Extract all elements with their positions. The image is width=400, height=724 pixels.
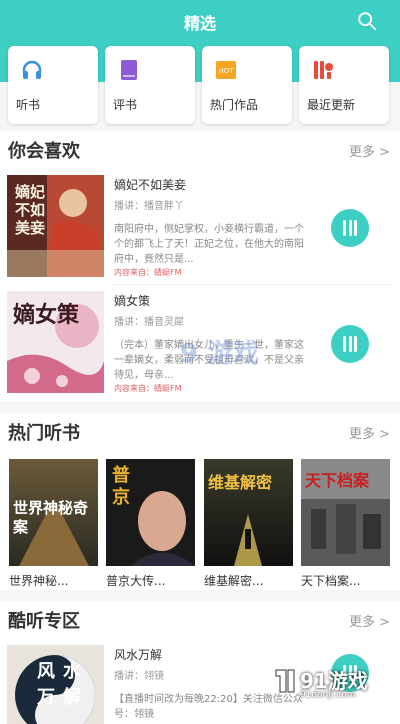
page-title: 精选 (183, 14, 216, 33)
book-cover: 普京 (106, 459, 195, 566)
quick-link-storytelling[interactable]: 评书 (105, 46, 195, 124)
grid-item[interactable]: 世界神秘奇案 世界神秘... (9, 459, 98, 589)
cover-text: 普京 (112, 465, 130, 508)
section-title: 酷听专区 (8, 611, 80, 632)
more-link[interactable]: 更多 > (349, 423, 390, 442)
watermark-logo: 91游戏 91danji.com (270, 662, 380, 702)
more-link[interactable]: 更多 > (349, 611, 390, 630)
grid-item[interactable]: 维基解密 维基解密... (204, 459, 293, 589)
quick-links: 听书 评书 HOT 热门作品 最近更新 (0, 42, 400, 126)
item-narrator: 播讲：播音灵犀 (114, 317, 184, 328)
section-header-hot: 热门听书 更多 > (0, 413, 400, 449)
cover-text: 嫡女策 (13, 303, 80, 328)
quick-link-updates[interactable]: 最近更新 (299, 46, 389, 124)
item-narrator: 播讲：翎镜 (114, 671, 164, 682)
svg-text:HOT: HOT (218, 67, 234, 75)
play-button[interactable] (331, 209, 369, 247)
section-title: 你会喜欢 (8, 141, 80, 162)
item-label: 世界神秘... (9, 574, 69, 588)
section-title: 热门听书 (8, 423, 80, 444)
section-header-guess: 你会喜欢 更多 > (0, 131, 400, 167)
item-narrator: 播讲：播音胖丫 (114, 201, 184, 212)
hot-icon: HOT (216, 61, 236, 79)
cover-text: 天下档案 (305, 471, 370, 490)
book-cover: 嫡妃不如美妾 (7, 175, 104, 277)
cover-text: 维基解密 (208, 473, 273, 492)
quick-link-hot[interactable]: HOT 热门作品 (202, 46, 292, 124)
quick-link-label: 最近更新 (307, 98, 356, 112)
headphones-icon (22, 60, 42, 79)
item-source: 内容来自：蜻蜓FM (114, 384, 182, 393)
book-cover: 天下档案 (301, 459, 390, 566)
item-title: 嫡妃不如美妾 (114, 178, 187, 192)
item-source: 内容来自：蜻蜓FM (114, 268, 182, 277)
item-title: 风水万解 (114, 648, 163, 662)
update-icon (314, 61, 333, 79)
watermark-url: 91danji.com (300, 690, 356, 700)
item-title: 嫡女策 (114, 294, 151, 308)
book-cover: 维基解密 (204, 459, 293, 566)
list-item[interactable]: 嫡妃不如美妾 嫡妃不如美妾 播讲：播音胖丫 南阳府中，侧妃掌权，小妾横行霸道，一… (0, 170, 400, 278)
book-cover: 嫡女策 (7, 291, 104, 393)
item-label: 天下档案... (301, 574, 361, 588)
divider (114, 284, 390, 285)
watermark-center: 9 游戏 (180, 339, 260, 369)
grid-item[interactable]: 普京 普京大传... (106, 459, 195, 589)
play-button[interactable] (331, 325, 369, 363)
quick-link-listen[interactable]: 听书 (8, 46, 98, 124)
book-cover: 世界神秘奇案 (9, 459, 98, 566)
cover-text: 风水万解 (37, 661, 89, 708)
section-header-cool: 酷听专区 更多 > (0, 601, 400, 637)
top-bar: 精选 (0, 0, 400, 42)
book-cover: 风水万解 (7, 645, 104, 724)
item-description: 南阳府中，侧妃掌权，小妾横行霸道，一个个的都飞上了天！正妃之位，在他大的南阳府中… (114, 224, 304, 265)
quick-link-label: 评书 (113, 98, 138, 112)
more-link[interactable]: 更多 > (349, 141, 390, 160)
quick-link-label: 热门作品 (210, 98, 259, 112)
grid-item[interactable]: 天下档案 天下档案... (301, 459, 390, 589)
cover-text: 嫡妃不如美妾 (15, 183, 46, 237)
book-icon (121, 60, 137, 80)
item-label: 维基解密... (204, 574, 264, 588)
quick-link-label: 听书 (16, 98, 41, 112)
search-icon[interactable] (356, 10, 378, 32)
cover-text: 世界神秘奇案 (13, 499, 89, 536)
item-label: 普京大传... (106, 574, 166, 588)
hot-grid: 世界神秘奇案 世界神秘... 普京 普京大传... 维基解密 维基解密... 天… (0, 449, 400, 590)
brand-logo-icon (275, 669, 295, 693)
